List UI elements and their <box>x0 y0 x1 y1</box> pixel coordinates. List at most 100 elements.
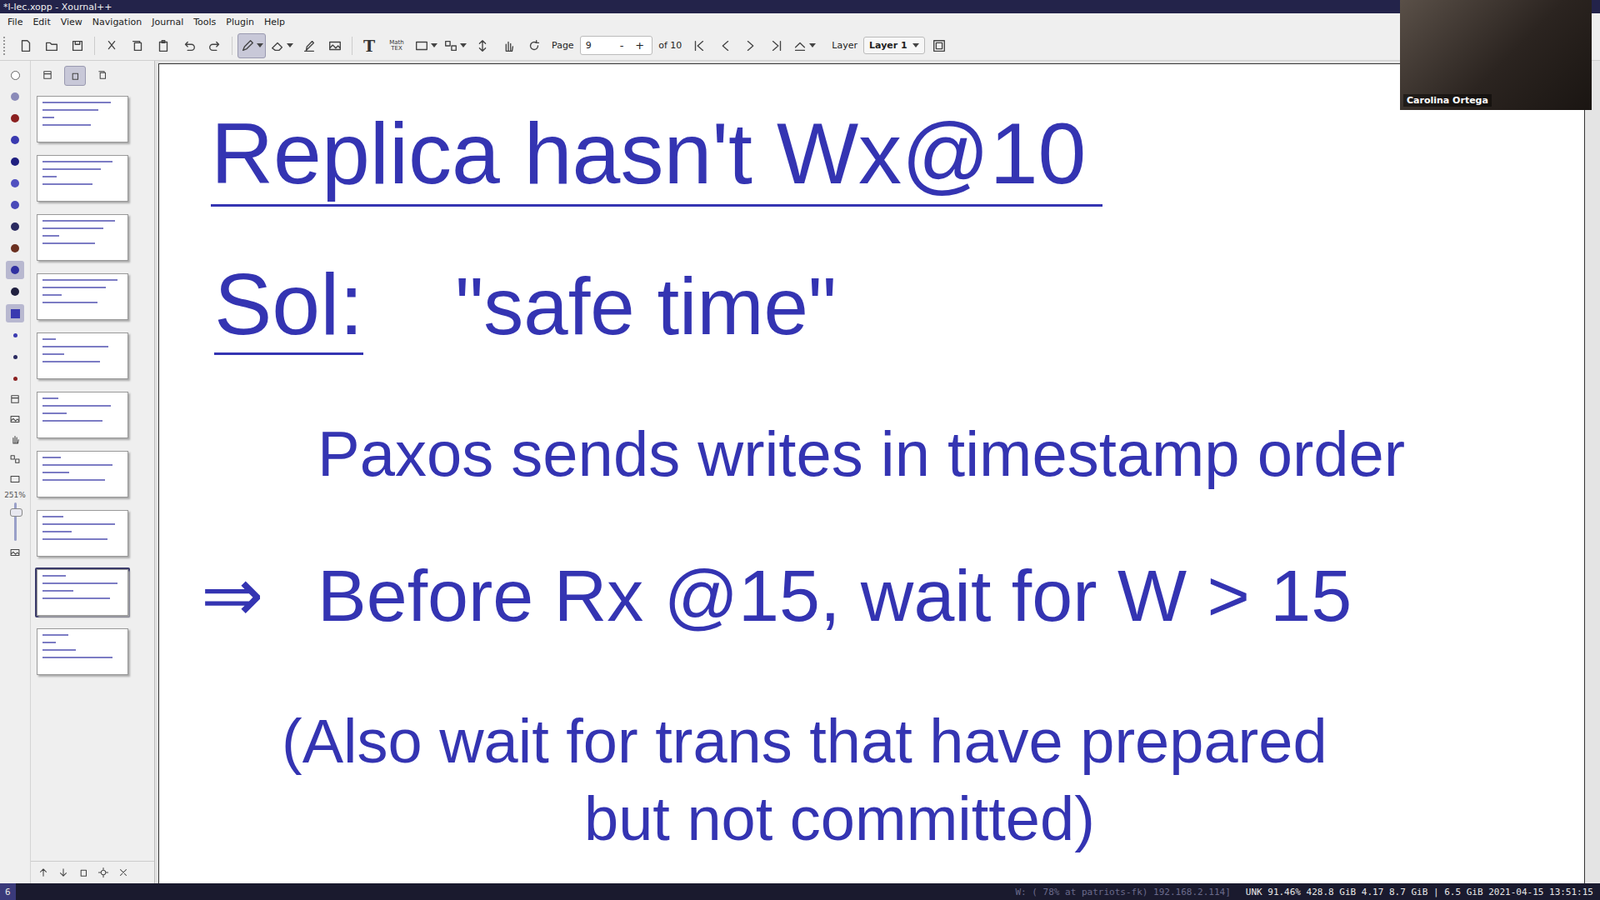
page-input[interactable]: 9-+ <box>580 35 654 55</box>
page-thumbnail[interactable] <box>36 510 129 557</box>
select-button[interactable] <box>412 34 440 58</box>
color-swatch[interactable] <box>13 333 18 338</box>
page-preview[interactable] <box>35 567 130 618</box>
sidebar-view-button[interactable] <box>92 65 113 85</box>
page-thumbnail[interactable] <box>36 155 129 202</box>
color-swatch[interactable] <box>10 309 20 319</box>
dropdown-arrow-icon[interactable] <box>286 43 294 48</box>
color-button[interactable] <box>5 195 25 215</box>
page-preview[interactable] <box>35 508 130 559</box>
side-tool-button[interactable] <box>5 410 25 428</box>
side-tool-button[interactable] <box>5 450 25 468</box>
menu-item[interactable]: Help <box>260 15 290 29</box>
page-thumbnail[interactable] <box>36 214 129 261</box>
next-button[interactable] <box>739 34 763 58</box>
page-increment[interactable]: + <box>632 39 647 52</box>
journal-page[interactable]: Replica hasn't Wx@10Sol:"safe time"Paxos… <box>158 63 1585 884</box>
new-button[interactable] <box>14 34 38 58</box>
color-button[interactable] <box>5 65 25 85</box>
menu-item[interactable]: Navigation <box>88 15 146 29</box>
color-button[interactable] <box>5 87 25 106</box>
color-swatch[interactable] <box>10 179 20 188</box>
menu-item[interactable]: File <box>3 15 27 29</box>
sidebar-view-button[interactable] <box>37 65 58 85</box>
color-swatch[interactable] <box>10 222 20 231</box>
up-button[interactable] <box>35 865 51 880</box>
page-thumbnail[interactable] <box>36 628 129 675</box>
menu-item[interactable]: Journal <box>147 15 188 29</box>
color-button[interactable] <box>5 369 25 388</box>
menu-item[interactable]: Edit <box>28 15 55 29</box>
undo-button[interactable] <box>177 34 201 58</box>
zoom-slider-knob[interactable] <box>10 508 23 517</box>
pagecopy-button[interactable] <box>75 865 91 880</box>
color-button[interactable] <box>5 347 25 366</box>
color-swatch[interactable] <box>13 376 18 381</box>
close-button[interactable] <box>115 865 131 880</box>
text-tool-button[interactable]: T <box>357 34 381 58</box>
dropdown-arrow-icon[interactable] <box>809 43 816 48</box>
workspace-indicator[interactable]: 6 <box>0 883 16 900</box>
pen-button[interactable] <box>237 33 266 59</box>
dropdown-arrow-icon[interactable] <box>430 43 438 48</box>
color-swatch[interactable] <box>10 114 20 123</box>
save-button[interactable] <box>65 34 90 58</box>
side-tool-button[interactable] <box>5 544 25 561</box>
color-swatch[interactable] <box>10 135 20 145</box>
menu-item[interactable]: View <box>56 15 87 29</box>
side-tool-button[interactable] <box>5 430 25 448</box>
page-number[interactable]: 9 <box>585 40 611 51</box>
color-button[interactable] <box>5 109 25 128</box>
page-preview[interactable] <box>35 94 130 145</box>
color-swatch[interactable] <box>10 92 20 101</box>
page-preview[interactable] <box>35 449 130 500</box>
side-tool-button[interactable] <box>5 470 25 488</box>
fullscreen-button[interactable] <box>927 34 951 58</box>
zoom-slider[interactable] <box>14 502 17 541</box>
menu-item[interactable]: Tools <box>189 15 220 29</box>
copy-button[interactable] <box>125 34 150 58</box>
sidebar-view-button[interactable] <box>64 65 86 86</box>
shape-button[interactable] <box>441 34 469 58</box>
color-button[interactable] <box>5 325 25 345</box>
page-thumbnail[interactable] <box>36 391 129 439</box>
dropdown-arrow-icon[interactable] <box>256 43 264 48</box>
color-button[interactable] <box>5 260 25 280</box>
paste-button[interactable] <box>151 34 175 58</box>
color-button[interactable] <box>5 304 25 323</box>
hand-button[interactable] <box>496 34 520 58</box>
page-preview[interactable] <box>35 390 130 440</box>
layer-name[interactable]: Layer 1 <box>869 40 908 51</box>
side-tool-button[interactable] <box>5 390 25 408</box>
color-swatch[interactable] <box>10 200 20 210</box>
color-button[interactable] <box>5 130 25 150</box>
rotate-button[interactable] <box>522 34 546 58</box>
color-swatch[interactable] <box>10 287 20 296</box>
gear-button[interactable] <box>95 865 111 880</box>
dropdown-arrow-icon[interactable] <box>912 43 920 48</box>
color-button[interactable] <box>5 239 25 258</box>
color-button[interactable] <box>5 282 25 301</box>
page-preview[interactable] <box>35 153 130 204</box>
color-swatch[interactable] <box>10 70 20 80</box>
highlighter-button[interactable] <box>297 34 321 58</box>
image-button[interactable] <box>323 34 347 58</box>
color-swatch[interactable] <box>10 265 20 275</box>
page-thumbnail[interactable] <box>36 95 129 143</box>
cut-button[interactable] <box>100 34 124 58</box>
down-button[interactable] <box>55 865 71 880</box>
page-thumbnail[interactable] <box>36 450 129 498</box>
layer-select[interactable]: Layer 1 <box>863 36 925 55</box>
page-preview[interactable] <box>35 330 130 381</box>
redo-button[interactable] <box>203 34 227 58</box>
color-button[interactable] <box>5 152 25 171</box>
eraser-button[interactable] <box>268 34 295 58</box>
color-swatch[interactable] <box>10 157 20 166</box>
prev-button[interactable] <box>713 34 737 58</box>
page-thumbnail[interactable] <box>36 332 129 380</box>
tex-tool-button[interactable]: Math TEX <box>383 34 410 58</box>
page-thumbnail[interactable] <box>36 273 129 320</box>
menu-item[interactable]: Plugin <box>221 15 259 29</box>
color-button[interactable] <box>5 174 25 193</box>
layerup-button[interactable] <box>790 34 818 58</box>
